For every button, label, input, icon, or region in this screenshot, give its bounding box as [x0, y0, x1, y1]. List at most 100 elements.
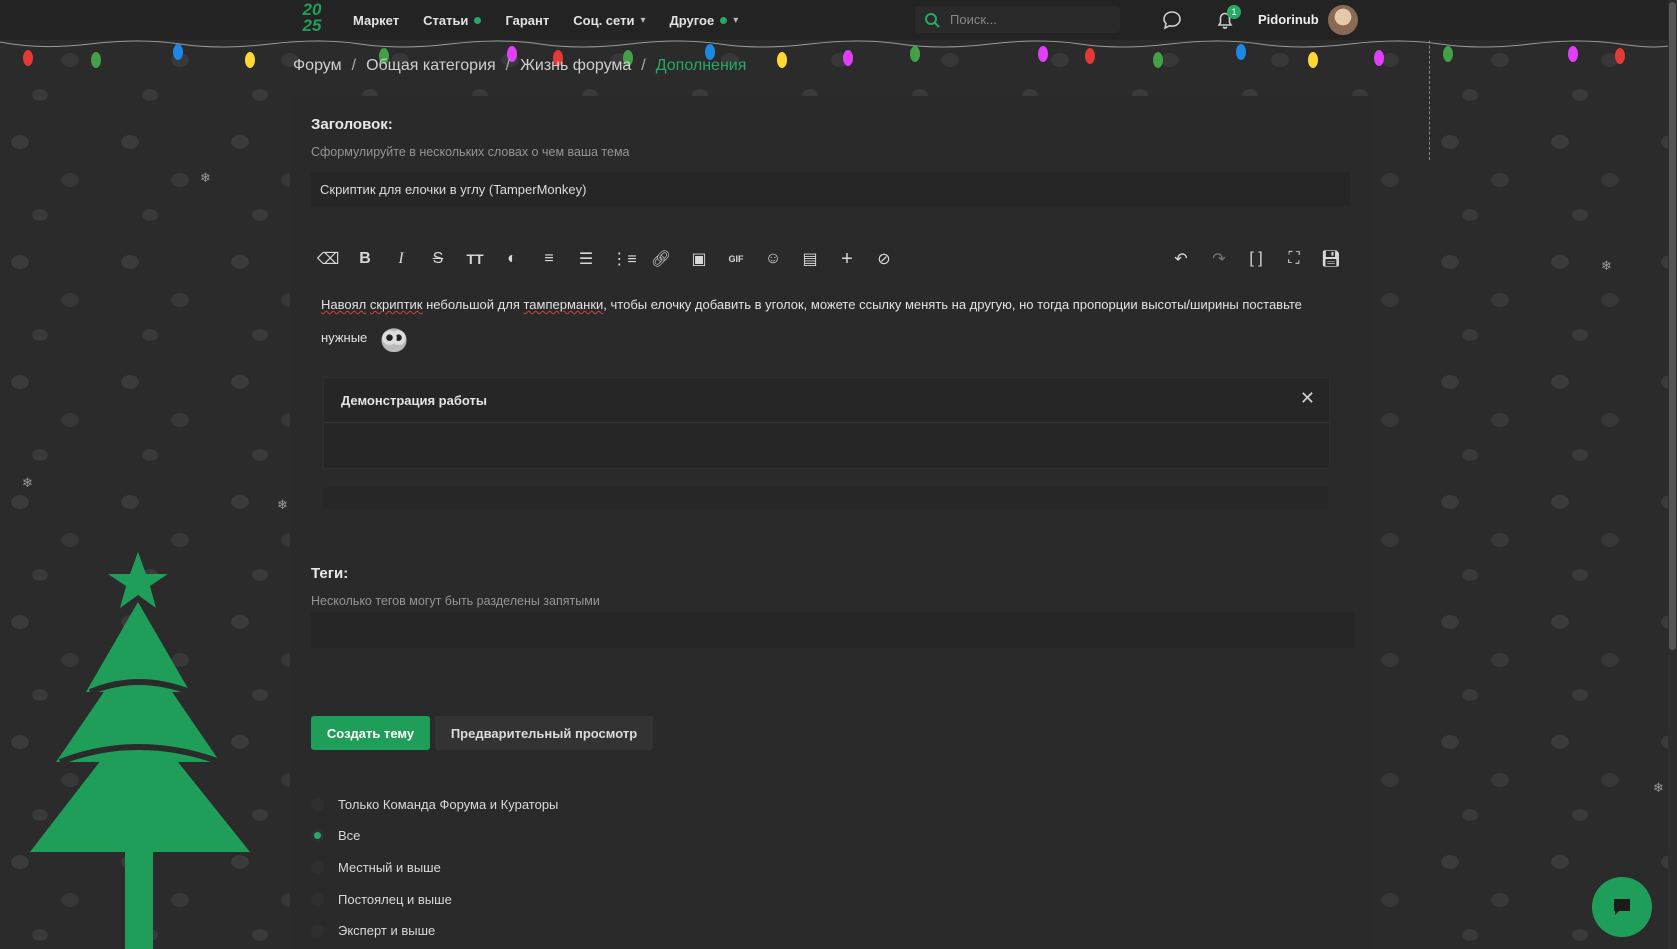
editor-text-word: Навоял: [321, 297, 367, 312]
visibility-option[interactable]: Все: [311, 824, 360, 846]
floating-chat-button[interactable]: [1592, 877, 1652, 937]
editor-toolbar: ⌫ B I S TT ◐ ≡ ☰ ⋮≡ 🔗︎ ▣ GIF ☺ ▤ + ⊘ ↶ ↷…: [311, 244, 1341, 280]
nav-item-social[interactable]: Соц. сети ▾: [573, 13, 645, 28]
editor-content[interactable]: Навоял скриптик небольшой для тамперманк…: [321, 288, 1321, 354]
chat-bubble-icon[interactable]: [1161, 9, 1183, 31]
radio-button[interactable]: [311, 923, 324, 937]
radio-label: Постоялец и выше: [338, 891, 452, 907]
visibility-option[interactable]: Постоялец и выше: [311, 888, 452, 910]
spoiler-title[interactable]: Демонстрация работы: [341, 393, 487, 408]
emoji-icon[interactable]: ☺: [758, 244, 788, 274]
bbcode-toggle-icon[interactable]: [ ]: [1241, 244, 1271, 274]
breadcrumb-separator: /: [641, 57, 646, 74]
chat-bubble-icon: [1614, 899, 1630, 915]
radio-label: Местный и выше: [338, 859, 441, 875]
chevron-down-icon: ▾: [733, 14, 739, 26]
search-box: [915, 6, 1120, 33]
align-left-icon[interactable]: ≡: [534, 244, 564, 274]
strikethrough-icon[interactable]: S: [423, 244, 453, 274]
radio-label: Эксперт и выше: [338, 922, 436, 938]
spoiler-header: Демонстрация работы ✕: [324, 378, 1329, 423]
spoiler-block: Демонстрация работы ✕: [323, 377, 1330, 469]
breadcrumb-item-general-category[interactable]: Общая категория: [366, 57, 496, 75]
close-icon[interactable]: ✕: [1300, 388, 1315, 409]
title-label: Заголовок:: [311, 116, 393, 133]
editor-text-segment: небольшой для: [426, 297, 520, 312]
text-color-icon[interactable]: ◐: [497, 244, 527, 274]
search-icon: [925, 12, 940, 28]
font-size-icon[interactable]: TT: [460, 244, 490, 274]
nav-item-label: Гарант: [505, 12, 550, 28]
new-indicator-dot: [474, 16, 482, 24]
radio-button-checked[interactable]: [311, 828, 324, 842]
gif-icon[interactable]: GIF: [721, 244, 751, 274]
hide-content-icon[interactable]: ⊘: [869, 244, 899, 274]
bold-icon[interactable]: B: [350, 244, 380, 274]
tags-input[interactable]: [311, 612, 1355, 648]
holiday-lights-decoration: [0, 40, 1677, 68]
snowflake-icon: ❄: [22, 475, 33, 490]
visibility-option[interactable]: Только Команда Форума и Кураторы: [311, 793, 558, 815]
save-draft-icon[interactable]: 💾︎: [1316, 244, 1346, 274]
radio-label: Только Команда Форума и Кураторы: [338, 796, 559, 812]
preview-button[interactable]: Предварительный просмотр: [435, 716, 653, 750]
radio-button[interactable]: [311, 797, 324, 811]
notification-count-badge: 1: [1227, 5, 1241, 19]
media-gallery-icon[interactable]: ▤: [795, 244, 825, 274]
bulleted-list-icon[interactable]: ☰: [571, 244, 601, 274]
nav-item-guarantor[interactable]: Гарант: [505, 13, 549, 28]
radio-button[interactable]: [311, 860, 324, 874]
avatar[interactable]: [1328, 5, 1358, 35]
thread-title-input[interactable]: [311, 172, 1350, 206]
breadcrumb-item-current[interactable]: Дополнения: [656, 57, 747, 75]
breadcrumb-item-forum-life[interactable]: Жизнь форума: [520, 57, 631, 75]
nav-item-market[interactable]: Маркет: [353, 13, 399, 28]
snowflake-icon: ❄: [1601, 258, 1612, 273]
nav-item-other[interactable]: Другое ▾: [670, 13, 739, 28]
italic-icon[interactable]: I: [386, 244, 416, 274]
snowflake-icon: ❄: [200, 170, 211, 185]
new-indicator-dot: [720, 16, 728, 24]
link-icon[interactable]: 🔗︎: [646, 244, 676, 274]
tags-label: Теги:: [311, 565, 349, 582]
insert-more-icon[interactable]: +: [832, 244, 862, 274]
page-scrollbar-thumb[interactable]: [1669, 2, 1676, 650]
radio-label: Все: [338, 827, 361, 843]
editor-footer: [323, 487, 1328, 509]
logo-bottom: 25: [302, 16, 322, 35]
chevron-down-icon: ▾: [640, 14, 646, 26]
redo-icon[interactable]: ↷: [1204, 244, 1234, 274]
breadcrumb-item-forum[interactable]: Форум: [293, 57, 342, 75]
breadcrumb-separator: /: [351, 57, 357, 74]
fullscreen-icon[interactable]: ⛶: [1279, 244, 1309, 274]
nav-item-articles[interactable]: Статьи: [423, 12, 482, 28]
search-input[interactable]: [948, 11, 1112, 28]
breadcrumb-separator: /: [505, 57, 511, 74]
eraser-icon[interactable]: ⌫: [313, 244, 343, 274]
username[interactable]: Pidorinub: [1258, 12, 1319, 27]
create-thread-button[interactable]: Создать тему: [311, 716, 430, 750]
numbered-list-icon[interactable]: ⋮≡: [609, 244, 639, 274]
nav-item-label: Другое: [669, 12, 715, 28]
image-icon[interactable]: ▣: [684, 244, 714, 274]
visibility-option[interactable]: Эксперт и выше: [311, 919, 435, 941]
breadcrumb: Форум / Общая категория / Жизнь форума /…: [293, 57, 746, 75]
editor-text-word: тамперманки: [523, 297, 604, 312]
snowflake-icon: ❄: [1653, 780, 1664, 795]
site-logo[interactable]: 20 25: [297, 1, 327, 35]
christmas-tree-icon: [30, 552, 250, 949]
snowflake-icon: ❄: [277, 497, 288, 512]
create-thread-panel: Заголовок: Сформулируйте в нескольких сл…: [290, 96, 1373, 949]
top-navigation: 20 25 Маркет Статьи Гарант Соц. сети ▾ Д…: [0, 0, 1677, 40]
tags-hint: Несколько тегов могут быть разделены зап…: [311, 594, 600, 608]
editor-text-word: скриптик: [369, 297, 423, 312]
radio-button[interactable]: [311, 892, 324, 906]
visibility-option[interactable]: Местный и выше: [311, 856, 441, 878]
nav-item-label: Соц. сети: [573, 12, 635, 28]
panda-emoji-icon: [378, 325, 409, 352]
main-nav: Маркет Статьи Гарант Соц. сети ▾ Другое …: [353, 0, 738, 40]
nav-item-label: Маркет: [353, 12, 400, 28]
title-hint: Сформулируйте в нескольких словах о чем …: [311, 145, 630, 159]
undo-icon[interactable]: ↶: [1166, 244, 1196, 274]
nav-item-label: Статьи: [423, 12, 469, 28]
